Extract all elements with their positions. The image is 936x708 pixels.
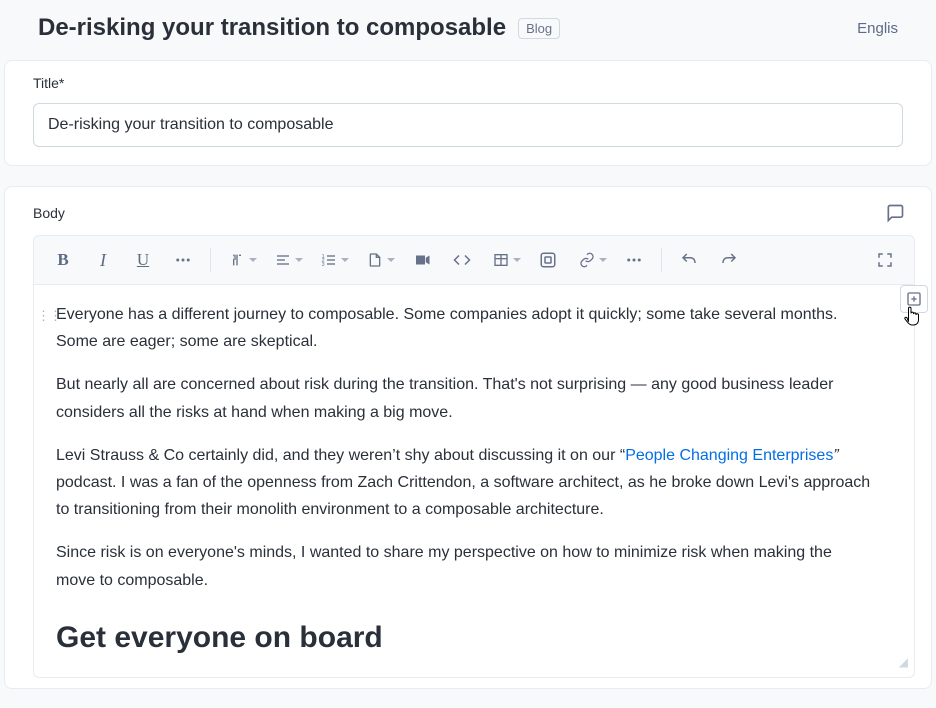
- insert-block-button[interactable]: [357, 242, 401, 278]
- list-button[interactable]: 123: [311, 242, 355, 278]
- paragraph: Everyone has a different journey to comp…: [56, 301, 874, 355]
- italic-button[interactable]: I: [84, 242, 122, 278]
- resize-handle-icon[interactable]: ◢: [899, 652, 908, 672]
- body-panel: Body B I U 123: [4, 186, 932, 689]
- paragraph: Levi Strauss & Co certainly did, and the…: [56, 442, 874, 524]
- paragraph: But nearly all are concerned about risk …: [56, 371, 874, 425]
- fullscreen-button[interactable]: [866, 242, 904, 278]
- comment-icon[interactable]: [885, 203, 905, 223]
- redo-button[interactable]: [710, 242, 748, 278]
- rich-text-editor[interactable]: ⋮⋮ Everyone has a different journey to c…: [33, 285, 915, 678]
- editor-toolbar: B I U 123: [33, 235, 915, 285]
- video-button[interactable]: [403, 242, 441, 278]
- embed-button[interactable]: [529, 242, 567, 278]
- undo-button[interactable]: [670, 242, 708, 278]
- table-button[interactable]: [483, 242, 527, 278]
- drag-handle-icon[interactable]: ⋮⋮: [37, 305, 61, 327]
- more-insert-button[interactable]: [615, 242, 653, 278]
- title-input[interactable]: [33, 103, 903, 147]
- align-button[interactable]: [265, 242, 309, 278]
- title-panel: Title*: [4, 60, 932, 166]
- category-badge: Blog: [518, 18, 560, 39]
- language-selector[interactable]: Englis: [857, 20, 898, 37]
- svg-text:3: 3: [322, 262, 325, 268]
- bold-button[interactable]: B: [44, 242, 82, 278]
- page-title: De-risking your transition to composable: [38, 14, 506, 42]
- inline-link[interactable]: People Changing Enterprises: [625, 447, 833, 464]
- more-formatting-button[interactable]: [164, 242, 202, 278]
- paragraph: Since risk is on everyone's minds, I wan…: [56, 539, 874, 593]
- add-comment-button[interactable]: [900, 285, 928, 313]
- body-field-label: Body: [33, 205, 65, 221]
- code-button[interactable]: [443, 242, 481, 278]
- heading-2: Get everyone on board: [56, 612, 874, 663]
- link-button[interactable]: [569, 242, 613, 278]
- underline-button[interactable]: U: [124, 242, 162, 278]
- paragraph-style-button[interactable]: [219, 242, 263, 278]
- title-field-label: Title*: [33, 75, 903, 91]
- page-header: De-risking your transition to composable…: [0, 0, 936, 60]
